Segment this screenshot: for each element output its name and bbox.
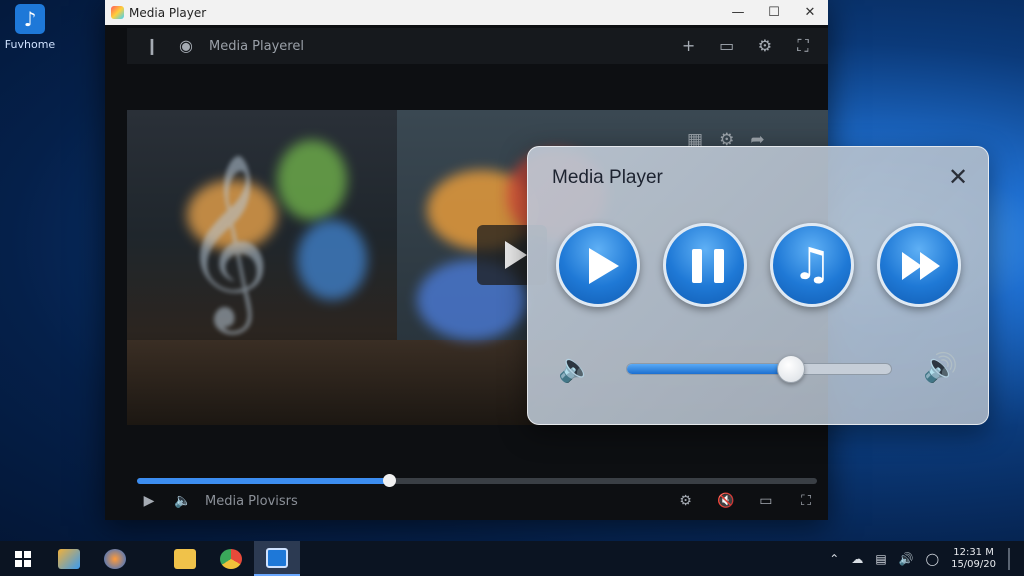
desktop-icon-label: Fuvhome [4, 38, 56, 51]
seek-progress [137, 478, 389, 484]
windows-logo-icon [15, 550, 31, 567]
pause-icon [692, 249, 724, 283]
app-logo-icon [111, 6, 124, 19]
taskbar: ⌃ ☁ ▤ 🔊 ◯ 12:31 M 15/09/20 [0, 541, 1024, 576]
fullscreen-icon[interactable]: ⛶ [792, 35, 814, 57]
window-title: Media Player [129, 5, 207, 20]
globe-icon [104, 548, 126, 569]
playback-controls: ♫ [556, 223, 961, 307]
music-note-icon: ♫ [792, 239, 832, 290]
music-app-icon [15, 4, 45, 34]
settings-small-icon[interactable]: ⚙ [674, 493, 698, 509]
volume-tray-icon[interactable]: 🔊 [899, 552, 914, 566]
show-desktop-button[interactable] [1008, 547, 1010, 570]
volume-low-icon: 🔈 [558, 351, 593, 384]
clock-date: 15/09/20 [951, 558, 996, 570]
popup-close-button[interactable]: ✕ [944, 163, 972, 191]
system-tray: ⌃ ☁ ▤ 🔊 ◯ 12:31 M 15/09/20 [829, 547, 1024, 571]
pause-button[interactable] [663, 223, 747, 307]
popup-title: Media Player [552, 167, 663, 188]
maximize-button[interactable]: ☐ [756, 0, 792, 25]
taskbar-media-player[interactable] [254, 541, 300, 576]
window-titlebar[interactable]: Media Player — ☐ ✕ [105, 0, 828, 25]
bottom-label: Media Plovisrs [205, 493, 298, 509]
notification-icon[interactable]: ◯ [926, 552, 939, 566]
network-icon[interactable]: ▤ [875, 552, 886, 566]
media-player-popup: Media Player ✕ ♫ 🔈 🔊 [527, 146, 989, 425]
cloud-icon[interactable]: ☁ [851, 552, 863, 566]
music-button[interactable]: ♫ [770, 223, 854, 307]
taskbar-file-explorer[interactable] [162, 541, 208, 576]
mute-icon[interactable]: 🔇 [714, 493, 738, 509]
player-logo-icon: ◉ [179, 36, 193, 55]
fast-forward-button[interactable] [877, 223, 961, 307]
minimize-button[interactable]: — [720, 0, 756, 25]
treble-clef-icon: 𝄞 [182, 153, 271, 327]
play-icon [589, 248, 619, 284]
folder-icon [174, 548, 196, 569]
add-icon[interactable]: + [678, 35, 700, 57]
toolbar-title: Media Playerel [209, 38, 304, 54]
music-app-icon [58, 548, 80, 569]
taskbar-chrome[interactable] [208, 541, 254, 576]
bottom-controls: ▶ 🔈 Media Plovisrs ⚙ 🔇 ▭ ⛶ [127, 486, 828, 516]
clock-time: 12:31 M [953, 546, 994, 558]
sidebar-toggle-icon[interactable]: ❙ [141, 35, 163, 57]
expand-icon[interactable]: ⛶ [794, 493, 818, 509]
close-window-button[interactable]: ✕ [792, 0, 828, 25]
volume-small-icon[interactable]: 🔈 [171, 493, 195, 509]
start-button[interactable] [0, 541, 46, 576]
taskbar-browser-edge[interactable] [92, 541, 138, 576]
captions-icon[interactable]: ▭ [754, 493, 778, 509]
chevron-up-icon[interactable]: ⌃ [829, 552, 839, 566]
taskbar-music-app[interactable] [46, 541, 92, 576]
volume-fill [627, 364, 791, 374]
player-toolbar: ❙ ◉ Media Playerel + ▭ ⚙ ⛶ [127, 28, 828, 64]
volume-slider[interactable] [626, 355, 892, 383]
clock[interactable]: 12:31 M 15/09/20 [951, 547, 996, 571]
media-player-icon [266, 547, 288, 568]
play-button[interactable] [556, 223, 640, 307]
chrome-icon [220, 548, 242, 569]
volume-handle[interactable] [776, 355, 805, 383]
gear-icon[interactable]: ⚙ [754, 35, 776, 57]
fast-forward-icon [902, 252, 942, 280]
screen-icon[interactable]: ▭ [716, 35, 738, 57]
seek-bar[interactable] [137, 474, 817, 487]
desktop-icon-media[interactable]: Fuvhome [2, 4, 58, 51]
volume-high-icon: 🔊 [923, 351, 958, 384]
play-small-icon[interactable]: ▶ [137, 493, 161, 509]
